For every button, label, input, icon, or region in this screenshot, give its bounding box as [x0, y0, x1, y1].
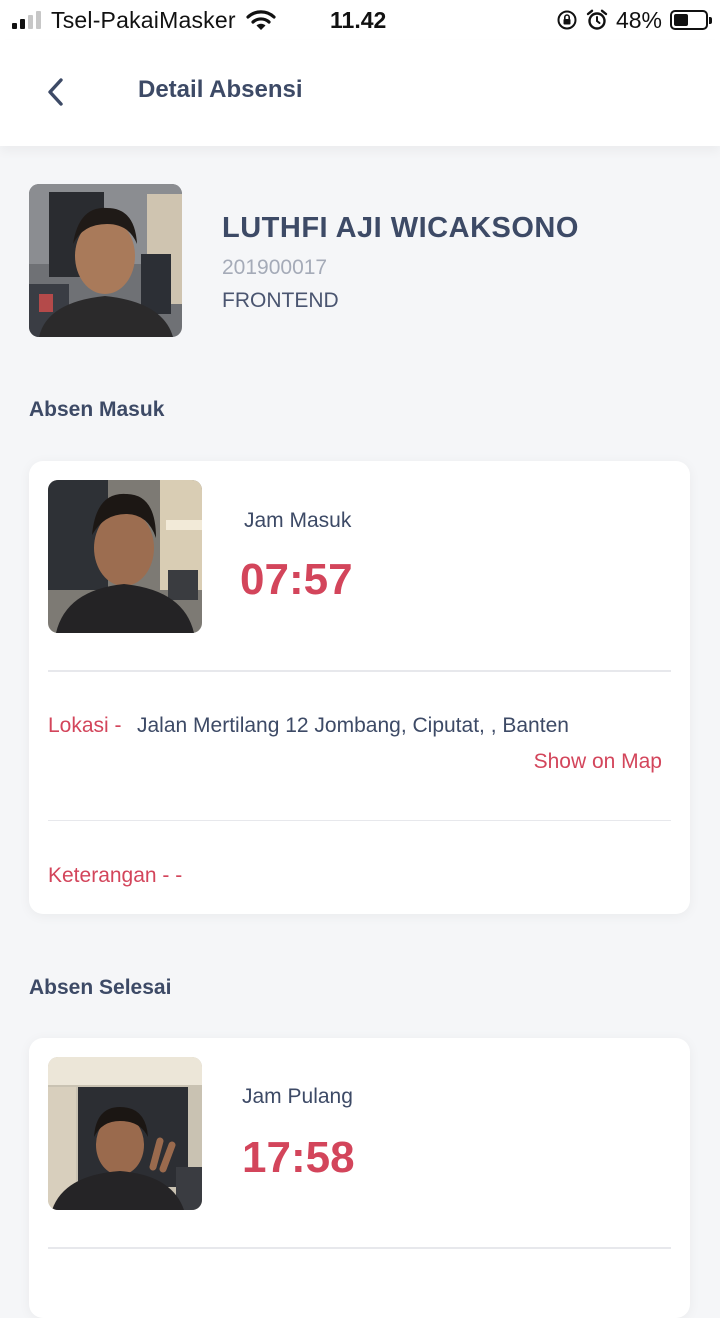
location-label: Lokasi -: [48, 714, 122, 737]
divider: [48, 1247, 671, 1249]
status-left: Tsel-PakaiMasker: [12, 6, 276, 34]
checkin-photo: [48, 480, 202, 633]
checkout-time-label: Jam Pulang: [242, 1085, 353, 1108]
battery-percent: 48%: [615, 6, 662, 33]
show-on-map-link[interactable]: Show on Map: [534, 750, 662, 774]
absen-masuk-card: Jam Masuk 07:57 Lokasi - Jalan Mertilang…: [29, 461, 690, 914]
employee-id: 201900017: [222, 256, 328, 279]
page-title: Detail Absensi: [138, 76, 303, 103]
rotation-lock-icon: [556, 9, 578, 31]
checkout-photo: [48, 1057, 202, 1210]
checkin-time-label: Jam Masuk: [244, 509, 352, 532]
carrier-name: Tsel-PakaiMasker: [51, 6, 236, 33]
section-title-absen-masuk: Absen Masuk: [29, 398, 165, 421]
status-right: 48%: [556, 6, 712, 34]
status-bar: Tsel-PakaiMasker 11.42 48%: [0, 0, 720, 40]
note-label: Keterangan - -: [48, 864, 183, 887]
employee-department: FRONTEND: [222, 289, 339, 312]
wifi-icon: [246, 9, 276, 31]
signal-icon: [12, 11, 41, 29]
checkout-time: 17:58: [242, 1133, 355, 1182]
chevron-left-icon: [45, 77, 67, 107]
employee-name: LUTHFI AJI WICAKSONO: [222, 212, 579, 244]
employee-photo: [29, 184, 182, 337]
app-header: Detail Absensi: [0, 40, 720, 146]
alarm-icon: [586, 9, 608, 31]
location-value: Jalan Mertilang 12 Jombang, Ciputat, , B…: [137, 714, 569, 737]
battery-fill: [674, 14, 688, 26]
divider: [48, 670, 671, 672]
back-button[interactable]: [36, 70, 76, 114]
divider: [48, 820, 671, 821]
checkin-time: 07:57: [240, 555, 353, 604]
section-title-absen-selesai: Absen Selesai: [29, 976, 172, 999]
absen-selesai-card: Jam Pulang 17:58: [29, 1038, 690, 1318]
status-time: 11.42: [330, 7, 387, 33]
battery-icon: [670, 10, 712, 30]
